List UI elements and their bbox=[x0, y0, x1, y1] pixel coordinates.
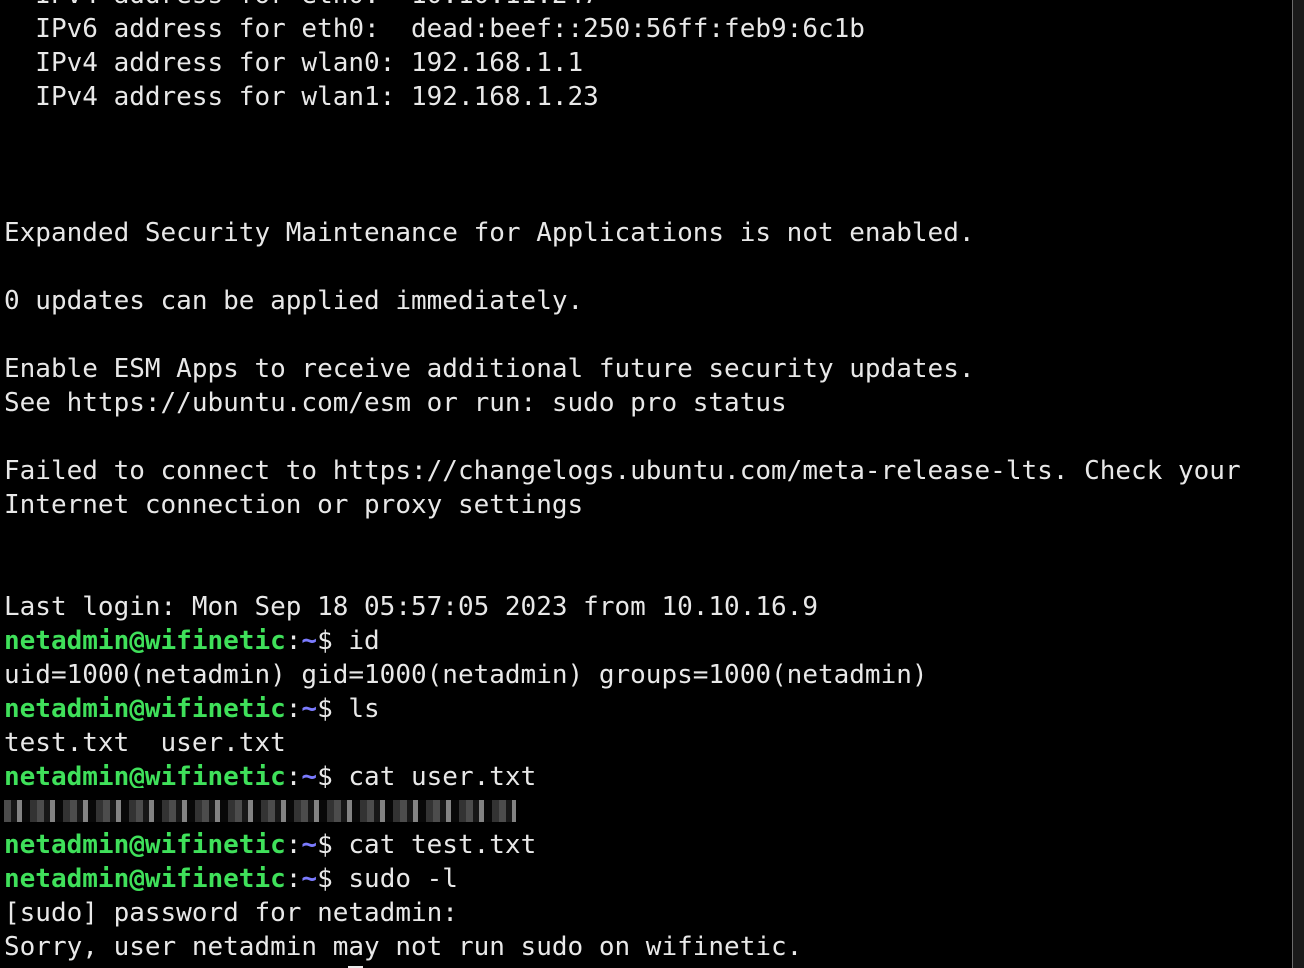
output-line: IPv4 address for wlan1: 192.168.1.23 bbox=[4, 82, 599, 112]
prompt-line: netadmin@wifinetic:~$ sudo -l bbox=[4, 862, 1241, 896]
prompt-dollar: $ bbox=[317, 694, 349, 724]
output-line: uid=1000(netadmin) gid=1000(netadmin) gr… bbox=[4, 660, 928, 690]
pixelated-redaction bbox=[4, 800, 516, 822]
prompt-colon: : bbox=[285, 864, 302, 894]
command-text: sudo -l bbox=[348, 864, 458, 894]
output-line: Internet connection or proxy settings bbox=[4, 490, 584, 520]
prompt-user-host: netadmin@wifinetic bbox=[4, 626, 286, 656]
output-line: Failed to connect to https://changelogs.… bbox=[4, 456, 1241, 486]
prompt-path: ~ bbox=[301, 626, 318, 656]
prompt-user-host: netadmin@wifinetic bbox=[4, 830, 286, 860]
prompt-line: netadmin@wifinetic:~$ ls bbox=[4, 692, 1241, 726]
prompt-colon: : bbox=[285, 626, 302, 656]
prompt-path: ~ bbox=[301, 762, 318, 788]
prompt-dollar: $ bbox=[317, 762, 349, 788]
prompt-path: ~ bbox=[301, 694, 318, 724]
output-line: Expanded Security Maintenance for Applic… bbox=[4, 218, 975, 248]
output-line: [sudo] password for netadmin: bbox=[4, 898, 458, 928]
prompt-dollar: $ bbox=[317, 830, 349, 860]
prompt-colon: : bbox=[285, 694, 302, 724]
output-line: IPv6 address for eth0: dead:beef::250:56… bbox=[4, 14, 865, 44]
prompt-line: netadmin@wifinetic:~$ cat test.txt bbox=[4, 828, 1241, 862]
output-line: test.txt user.txt bbox=[4, 728, 286, 758]
prompt-user-host: netadmin@wifinetic bbox=[4, 762, 286, 788]
prompt-line: netadmin@wifinetic:~$ cat user.txt bbox=[4, 760, 1241, 794]
output-line: IPv4 address for wlan0: 192.168.1.1 bbox=[4, 48, 584, 78]
clipped-prompt: netadmin@wifinetic:~$ cat user.txt bbox=[4, 760, 1241, 788]
prompt-user-host: netadmin@wifinetic bbox=[4, 864, 286, 894]
command-text: cat user.txt bbox=[348, 762, 537, 788]
output-line: Enable ESM Apps to receive additional fu… bbox=[4, 354, 975, 384]
prompt-dollar: $ bbox=[317, 626, 349, 656]
active-prompt-line[interactable]: netadmin@wifinetic:~$ bbox=[4, 964, 1241, 968]
output-line: 0 updates can be applied immediately. bbox=[4, 286, 584, 316]
command-text: cat test.txt bbox=[348, 830, 537, 860]
prompt-user-host: netadmin@wifinetic bbox=[4, 694, 286, 724]
prompt-colon: : bbox=[285, 762, 302, 788]
prompt-dollar: $ bbox=[317, 864, 349, 894]
window-edge bbox=[1292, 0, 1304, 968]
prompt-line: netadmin@wifinetic:~$ id bbox=[4, 624, 1241, 658]
redacted-output bbox=[4, 794, 1241, 828]
prompt-colon: : bbox=[285, 830, 302, 860]
output-line: Sorry, user netadmin may not run sudo on… bbox=[4, 932, 803, 962]
terminal-window[interactable]: IPv4 address for eth0: 10.10.11.247 IPv6… bbox=[0, 0, 1292, 968]
terminal-output: IPv4 address for eth0: 10.10.11.247 IPv6… bbox=[4, 0, 1241, 968]
output-line: IPv4 address for eth0: 10.10.11.247 bbox=[4, 0, 1241, 12]
output-line: See https://ubuntu.com/esm or run: sudo … bbox=[4, 388, 787, 418]
last-login-line: Last login: Mon Sep 18 05:57:05 2023 fro… bbox=[4, 592, 818, 622]
command-text: id bbox=[348, 626, 380, 656]
command-text: ls bbox=[348, 694, 380, 724]
prompt-path: ~ bbox=[301, 864, 318, 894]
prompt-path: ~ bbox=[301, 830, 318, 860]
